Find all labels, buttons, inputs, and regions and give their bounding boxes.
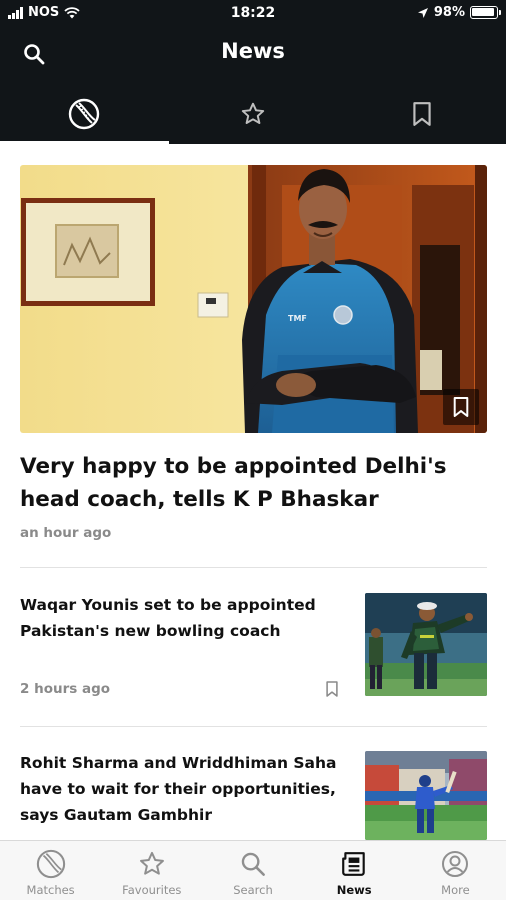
waqar-younis-photo: [365, 593, 487, 696]
divider: [20, 726, 487, 727]
nav-label: More: [441, 883, 470, 897]
divider: [20, 567, 487, 568]
featured-article-title[interactable]: Very happy to be appointed Delhi's head …: [20, 450, 486, 516]
featured-article-image[interactable]: TMF: [20, 165, 487, 433]
svg-text:TMF: TMF: [288, 314, 307, 323]
nav-more[interactable]: More: [405, 841, 506, 900]
bookmark-icon: [413, 102, 431, 126]
battery-percent: 98%: [433, 5, 465, 20]
bookmark-icon: [453, 397, 469, 417]
page-title: News: [221, 39, 285, 63]
nav-label: Search: [233, 883, 273, 897]
tab-bookmarks[interactable]: [337, 84, 506, 144]
news-feed: TMF Very happy to be appointed Delhi's h…: [0, 144, 506, 840]
nav-search[interactable]: Search: [202, 841, 303, 900]
featured-article-time: an hour ago: [20, 525, 112, 541]
newspaper-icon: [342, 852, 365, 876]
nav-favourites[interactable]: Favourites: [101, 841, 202, 900]
tab-all-news[interactable]: [0, 84, 169, 144]
tab-favourites[interactable]: [169, 84, 338, 144]
nav-label: Favourites: [122, 883, 182, 897]
article-time: 2 hours ago: [20, 681, 111, 697]
status-bar: NOS 18:22 98%: [0, 0, 506, 28]
nav-label: News: [336, 883, 372, 897]
rohit-sharma-photo: [365, 751, 487, 840]
profile-icon: [442, 851, 469, 877]
article-title[interactable]: Rohit Sharma and Wriddhiman Saha have to…: [20, 750, 350, 828]
article-thumbnail[interactable]: [365, 751, 487, 840]
coach-photo: TMF: [20, 165, 487, 433]
article-title[interactable]: Waqar Younis set to be appointed Pakista…: [20, 592, 350, 644]
search-icon: [241, 852, 265, 876]
article-bookmark-button[interactable]: [322, 679, 342, 699]
news-tabs: [0, 84, 506, 144]
location-arrow-icon: [417, 7, 428, 18]
app-header: News: [0, 28, 506, 144]
bookmark-icon: [326, 681, 338, 697]
featured-bookmark-button[interactable]: [443, 389, 479, 425]
nav-label: Matches: [26, 883, 75, 897]
nav-matches[interactable]: Matches: [0, 841, 101, 900]
battery-icon: [470, 6, 501, 19]
cricket-ball-icon: [69, 98, 100, 130]
bottom-navigation: Matches Favourites Search News More: [0, 840, 506, 900]
article-thumbnail[interactable]: [365, 593, 487, 696]
star-icon: [241, 102, 265, 124]
cricket-ball-icon: [36, 849, 65, 879]
nav-news[interactable]: News: [304, 841, 405, 900]
star-icon: [139, 851, 164, 875]
